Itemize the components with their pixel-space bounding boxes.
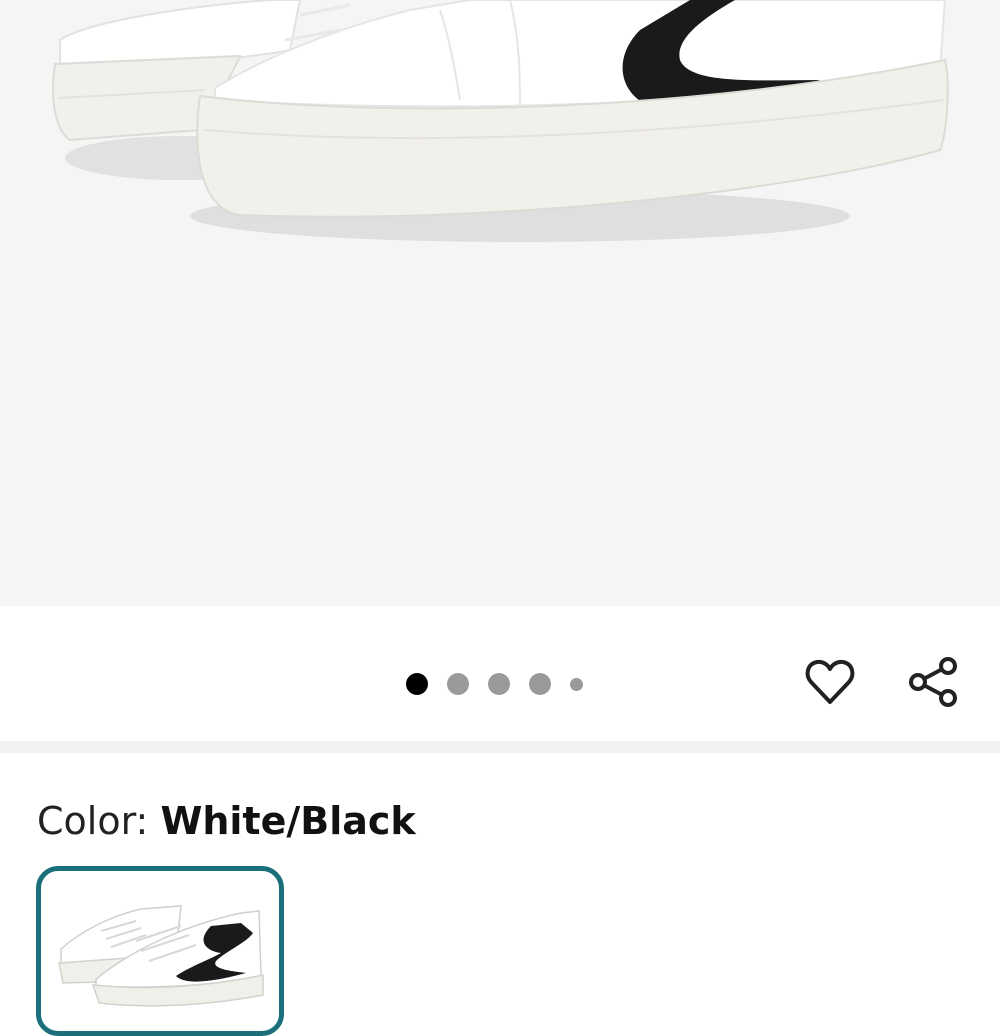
section-divider — [0, 741, 1000, 753]
color-label: Color: — [37, 799, 161, 843]
heart-outline-icon — [805, 659, 855, 704]
favorite-button[interactable] — [800, 652, 860, 712]
pagination-dot-3[interactable] — [488, 673, 510, 695]
color-label-row: Color: White/Black — [37, 796, 416, 846]
swatch-thumbnail-image — [58, 905, 264, 1007]
pagination-dot-2[interactable] — [447, 673, 469, 695]
pagination-dot-4[interactable] — [529, 673, 551, 695]
image-pagination — [406, 672, 583, 696]
pagination-dot-5[interactable] — [570, 677, 583, 691]
product-image[interactable] — [0, 0, 1000, 606]
sneaker-illustration — [52, 0, 949, 242]
pagination-dot-1[interactable] — [406, 673, 428, 695]
color-swatch-white-black[interactable] — [36, 866, 284, 1036]
share-icon — [909, 657, 957, 707]
share-button[interactable] — [903, 652, 963, 712]
color-value: White/Black — [160, 799, 416, 843]
